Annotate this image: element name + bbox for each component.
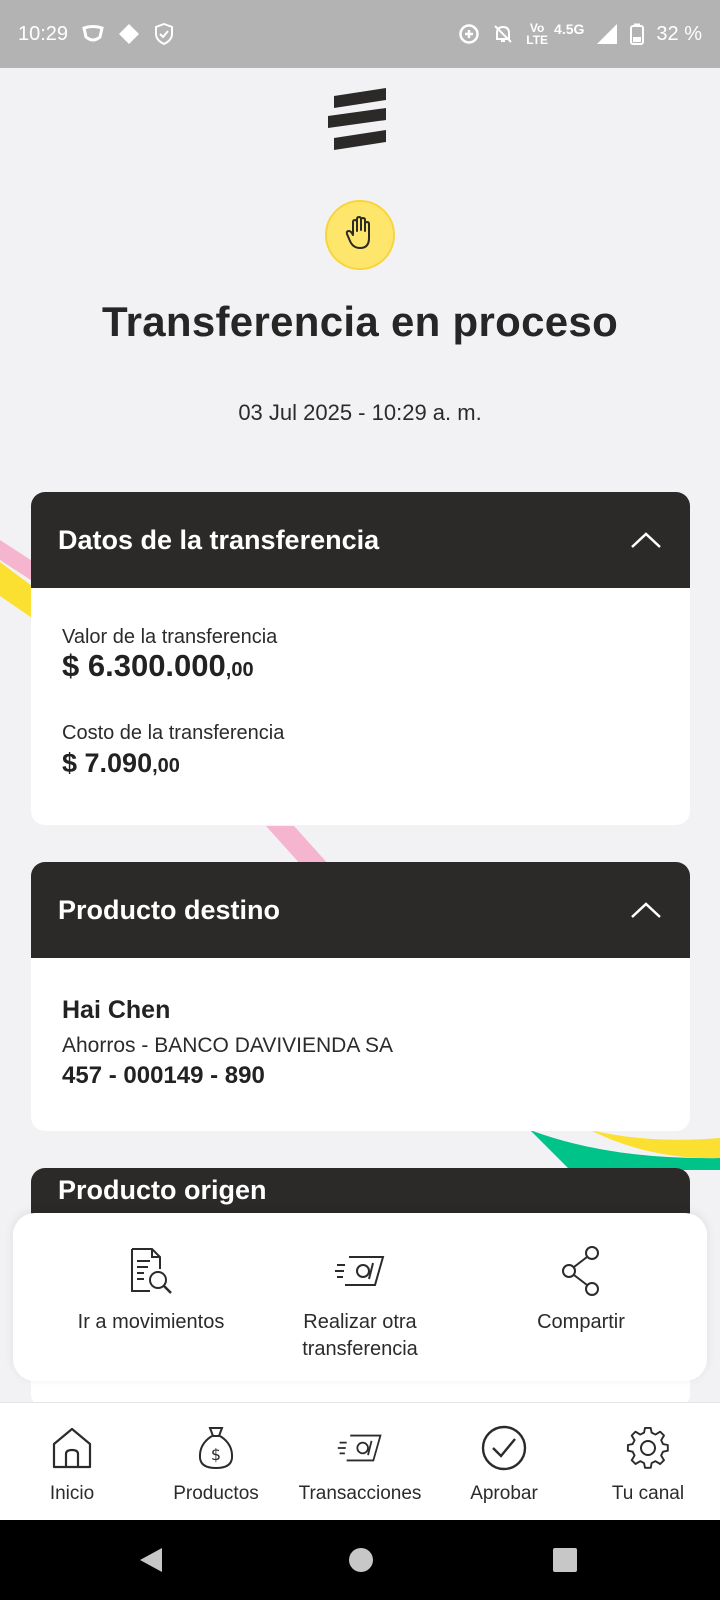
nav-label: Transacciones (298, 1483, 422, 1504)
document-search-icon (41, 1245, 261, 1297)
gear-icon (576, 1423, 720, 1473)
recipient-name: Hai Chen (62, 996, 171, 1024)
volte-icon: Vo LTE (526, 22, 548, 46)
transfer-value-main: $ 6.300.000 (62, 648, 226, 683)
hand-icon (345, 215, 375, 255)
recipient-account-number: 457 - 000149 - 890 (62, 1062, 265, 1089)
transfer-cost-main: $ 7.090 (62, 748, 153, 778)
card-title: Datos de la transferencia (58, 524, 380, 555)
diamond-icon (118, 23, 140, 45)
volte-bottom: LTE (526, 33, 549, 47)
decorative-ribbon-middle (266, 826, 330, 866)
bottom-navigation: Inicio $ Productos Transacciones Aprobar… (0, 1402, 720, 1520)
status-bar: 10:29 Vo LTE 4.5G 32 % (0, 0, 720, 68)
battery-icon (630, 23, 645, 45)
money-transfer-icon (250, 1245, 470, 1297)
nav-label: Productos (173, 1483, 259, 1504)
check-circle-icon (432, 1423, 576, 1473)
recipient-account-type: Ahorros - BANCO DAVIVIENDA SA (62, 1034, 394, 1057)
card-title: Producto origen (58, 1174, 267, 1205)
money-transfer-icon (288, 1423, 432, 1473)
money-bag-icon: $ (144, 1423, 288, 1473)
action-label: Realizar otra transferencia (302, 1311, 418, 1360)
svg-text:$: $ (211, 1445, 221, 1464)
nav-item-tu-canal[interactable]: Tu canal (576, 1423, 720, 1505)
transfer-details-header[interactable]: Datos de la transferencia (31, 492, 690, 588)
nav-item-inicio[interactable]: Inicio (0, 1423, 144, 1505)
action-sheet: Ir a movimientos Realizar otra transfere… (13, 1213, 707, 1381)
destination-product-card: Producto destino Hai Chen Ahorros - BANC… (31, 862, 690, 1131)
nav-label: Tu canal (611, 1483, 685, 1504)
decorative-ribbon-right (530, 1130, 720, 1170)
destination-product-header[interactable]: Producto destino (31, 862, 690, 958)
hand-stop-badge (325, 200, 395, 270)
new-transfer-action[interactable]: Realizar otra transferencia (250, 1245, 470, 1363)
shield-check-icon (154, 23, 174, 45)
status-time: 10:29 (18, 22, 69, 45)
transfer-timestamp: 03 Jul 2025 - 10:29 a. m. (238, 400, 482, 425)
back-icon[interactable] (138, 1546, 164, 1579)
transfer-cost-cents: ,00 (152, 755, 180, 777)
transfer-cost-label: Costo de la transferencia (62, 722, 285, 744)
action-label: Ir a movimientos (77, 1311, 225, 1333)
transfer-cost-amount: $ 7.090,00 (62, 748, 180, 779)
share-icon (471, 1245, 691, 1297)
nav-item-productos[interactable]: $ Productos (144, 1423, 288, 1505)
home-circle-icon[interactable] (348, 1546, 374, 1579)
bell-off-icon (492, 23, 514, 45)
transfer-details-card: Datos de la transferencia Valor de la tr… (31, 492, 690, 825)
chevron-up-icon[interactable] (629, 530, 663, 550)
nav-label: Inicio (49, 1483, 95, 1504)
go-to-movements-action[interactable]: Ir a movimientos (41, 1245, 261, 1336)
transfer-value-cents: ,00 (225, 659, 254, 681)
network-type: 4.5G (554, 21, 585, 37)
share-action[interactable]: Compartir (471, 1245, 691, 1336)
home-icon (0, 1423, 144, 1473)
nav-item-transacciones[interactable]: Transacciones (288, 1423, 432, 1505)
nav-item-aprobar[interactable]: Aprobar (432, 1423, 576, 1505)
nav-label: Aprobar (470, 1483, 538, 1504)
page-title: Transferencia en proceso (101, 298, 619, 345)
signal-icon (596, 23, 618, 45)
transfer-value-amount: $ 6.300.000,00 (62, 648, 254, 684)
battery-level: 32 % (656, 22, 702, 45)
data-saver-icon (458, 23, 480, 45)
transfer-value-label: Valor de la transferencia (62, 626, 278, 648)
recents-square-icon[interactable] (552, 1546, 578, 1579)
action-label: Compartir (537, 1311, 625, 1333)
system-navigation-bar (0, 1520, 720, 1600)
didi-app-icon (82, 24, 104, 44)
bank-logo (328, 88, 386, 150)
chevron-up-icon[interactable] (629, 900, 663, 920)
card-title: Producto destino (58, 894, 280, 925)
